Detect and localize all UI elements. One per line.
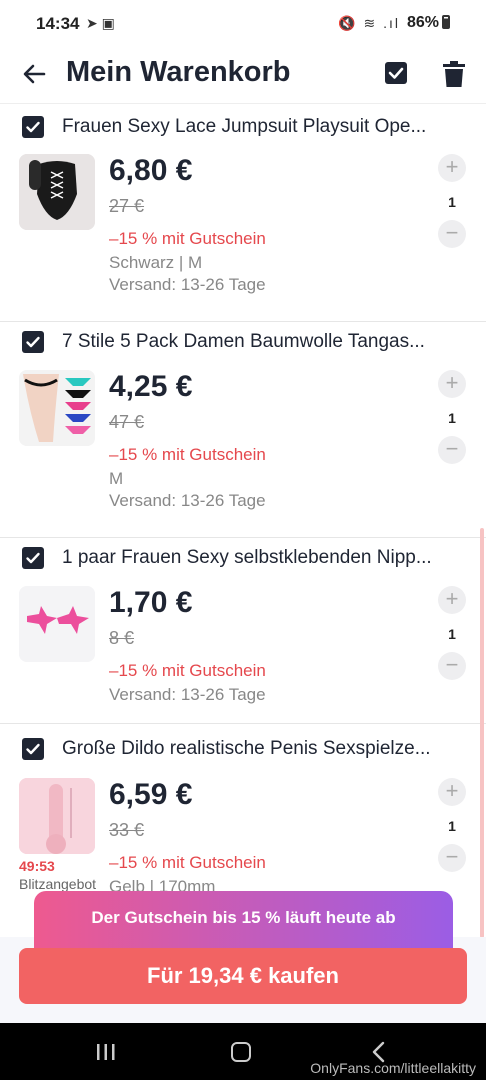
item-coupon: –15 % mit Gutschein [109, 445, 266, 464]
flash-sale-timer: 49:53 [19, 858, 55, 874]
item-variant[interactable]: M [109, 469, 123, 489]
increase-quantity-button[interactable]: + [438, 154, 466, 182]
item-price: 1,70 € [109, 586, 193, 619]
item-coupon: –15 % mit Gutschein [109, 661, 266, 680]
connectivity-icons: 🔇 ≋ .ıl [338, 15, 400, 31]
item-price: 6,80 € [109, 154, 193, 187]
scrollbar[interactable] [480, 528, 484, 938]
decrease-quantity-button[interactable]: − [438, 220, 466, 248]
item-name[interactable]: 1 paar Frauen Sexy selbstklebenden Nipp.… [62, 547, 467, 569]
trash-icon[interactable] [443, 61, 465, 87]
item-old-price: 47 € [109, 412, 145, 432]
decrease-quantity-button[interactable]: − [438, 844, 466, 872]
coupon-expiry-banner[interactable]: Der Gutschein bis 15 % läuft heute ab [34, 891, 453, 951]
checkmark-icon [26, 552, 40, 564]
increase-quantity-button[interactable]: + [438, 586, 466, 614]
product-image[interactable] [19, 778, 95, 854]
app-bar: Mein Warenkorb [0, 48, 486, 104]
cart-item: 7 Stile 5 Pack Damen Baumwolle Tangas...… [0, 322, 486, 538]
item-price: 4,25 € [109, 370, 193, 403]
item-price: 6,59 € [109, 778, 193, 811]
item-variant[interactable]: Schwarz | M [109, 253, 202, 273]
item-checkbox[interactable] [22, 547, 44, 569]
item-checkbox[interactable] [22, 738, 44, 760]
cart-item: Frauen Sexy Lace Jumpsuit Playsuit Ope..… [0, 106, 486, 322]
item-old-price: 8 € [109, 628, 135, 648]
item-checkbox[interactable] [22, 331, 44, 353]
toy-product-image [19, 778, 95, 854]
status-bar: 14:34 ➤ ▣ 🔇 ≋ .ıl 86% [0, 0, 486, 48]
battery-icon [442, 15, 450, 29]
item-shipping: Versand: 13-26 Tage [109, 491, 266, 510]
item-old-price: 27 € [109, 196, 145, 216]
item-shipping: Versand: 13-26 Tage [109, 275, 266, 294]
notification-icons: ➤ ▣ [86, 15, 115, 31]
increase-quantity-button[interactable]: + [438, 778, 466, 806]
select-all-checkbox[interactable] [385, 62, 407, 84]
thong-pack-image [19, 370, 95, 446]
item-name[interactable]: Frauen Sexy Lace Jumpsuit Playsuit Ope..… [62, 116, 467, 138]
home-icon[interactable] [231, 1042, 251, 1062]
product-image[interactable] [19, 586, 95, 662]
item-quantity: 1 [448, 818, 456, 834]
item-name[interactable]: Große Dildo realistische Penis Sexspielz… [62, 738, 467, 760]
item-coupon: –15 % mit Gutschein [109, 853, 266, 872]
nipple-covers-image [19, 586, 95, 662]
product-image[interactable] [19, 370, 95, 446]
arrow-left-icon[interactable] [20, 60, 48, 88]
checkmark-icon [26, 121, 40, 133]
item-coupon: –15 % mit Gutschein [109, 229, 266, 248]
decrease-quantity-button[interactable]: − [438, 652, 466, 680]
checkmark-icon [388, 67, 404, 79]
cart-item: 1 paar Frauen Sexy selbstklebenden Nipp.… [0, 538, 486, 724]
watermark: OnlyFans.com/littleellakitty [310, 1060, 476, 1076]
item-old-price: 33 € [109, 820, 145, 840]
item-checkbox[interactable] [22, 116, 44, 138]
battery-level: 86% [406, 14, 439, 31]
item-name[interactable]: 7 Stile 5 Pack Damen Baumwolle Tangas... [62, 331, 467, 353]
decrease-quantity-button[interactable]: − [438, 436, 466, 464]
item-shipping: Versand: 13-26 Tage [109, 685, 266, 704]
item-quantity: 1 [448, 194, 456, 210]
checkmark-icon [26, 743, 40, 755]
item-quantity: 1 [448, 626, 456, 642]
product-image[interactable] [19, 154, 95, 230]
increase-quantity-button[interactable]: + [438, 370, 466, 398]
status-time: 14:34 [36, 14, 80, 33]
battery-indicator: 86% [407, 14, 450, 32]
recent-apps-icon[interactable] [96, 1043, 116, 1061]
cart-list[interactable]: Frauen Sexy Lace Jumpsuit Playsuit Ope..… [0, 106, 486, 936]
page-title: Mein Warenkorb [66, 56, 291, 88]
buy-button[interactable]: Für 19,34 € kaufen [19, 948, 467, 1004]
checkmark-icon [26, 336, 40, 348]
item-quantity: 1 [448, 410, 456, 426]
lace-bodysuit-image [19, 154, 95, 230]
